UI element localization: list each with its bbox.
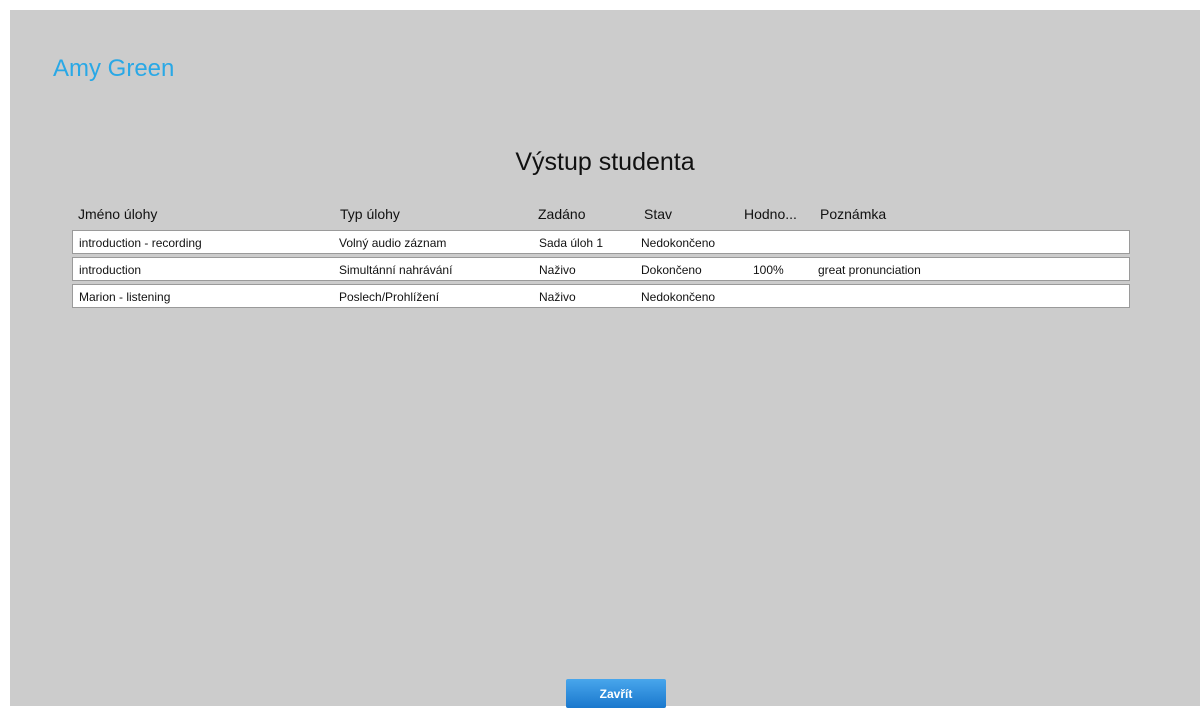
student-name: Amy Green [53,55,175,82]
close-button[interactable]: Zavřít [566,679,666,708]
task-table: introduction - recording Volný audio záz… [72,230,1130,311]
task-name-cell: Marion - listening [79,290,171,304]
column-header-task-name[interactable]: Jméno úlohy [78,206,157,222]
assigned-cell: Naživo [539,263,576,277]
table-row[interactable]: introduction Simultánní nahrávání Naživo… [72,257,1130,281]
task-type-cell: Volný audio záznam [339,236,447,250]
table-row[interactable]: Marion - listening Poslech/Prohlížení Na… [72,284,1130,308]
assigned-cell: Sada úloh 1 [539,236,604,250]
column-header-task-type[interactable]: Typ úlohy [340,206,400,222]
note-cell: great pronunciation [818,263,921,277]
table-header: Jméno úlohy Typ úlohy Zadáno Stav Hodno.… [72,206,1130,226]
task-name-cell: introduction - recording [79,236,202,250]
status-cell: Nedokončeno [641,236,716,250]
column-header-status[interactable]: Stav [644,206,672,222]
grade-cell: 100% [753,263,784,277]
status-cell: Nedokončeno [641,290,716,304]
column-header-assigned[interactable]: Zadáno [538,206,585,222]
assigned-cell: Naživo [539,290,576,304]
task-type-cell: Simultánní nahrávání [339,263,453,277]
table-row[interactable]: introduction - recording Volný audio záz… [72,230,1130,254]
student-output-window: Amy Green Výstup studenta Jméno úlohy Ty… [10,10,1200,708]
page-title: Výstup studenta [515,148,695,176]
task-type-cell: Poslech/Prohlížení [339,290,440,304]
column-header-note[interactable]: Poznámka [820,206,886,222]
task-name-cell: introduction [79,263,142,277]
status-cell: Dokončeno [641,263,702,277]
column-header-grade[interactable]: Hodno... [744,206,797,222]
